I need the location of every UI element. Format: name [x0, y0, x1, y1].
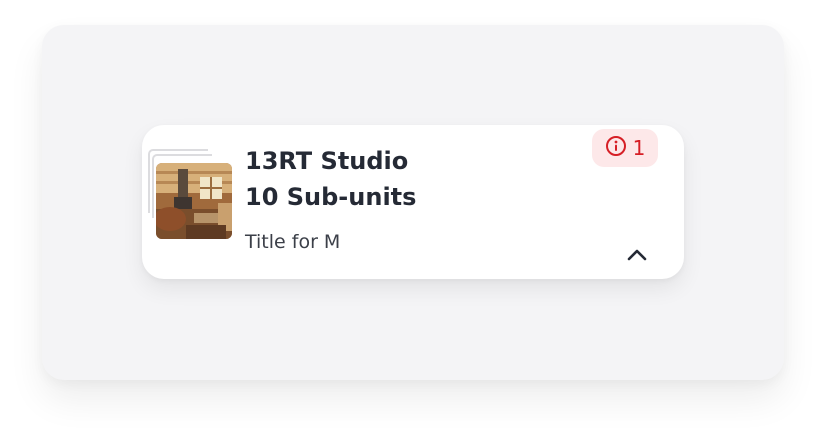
alert-count: 1	[632, 136, 646, 160]
unit-card[interactable]: 13RT Studio 10 Sub-units Title for M 1	[142, 125, 684, 279]
alert-badge[interactable]: 1	[592, 129, 658, 167]
collapse-toggle[interactable]	[624, 247, 650, 265]
unit-title: 13RT Studio	[245, 147, 409, 175]
subunit-count: 10 Sub-units	[245, 183, 417, 211]
info-circle-icon	[605, 135, 627, 161]
chevron-up-icon	[626, 247, 648, 266]
room-photo-icon	[156, 163, 232, 239]
unit-caption: Title for M	[245, 231, 341, 253]
thumbnail-stack	[148, 149, 236, 243]
